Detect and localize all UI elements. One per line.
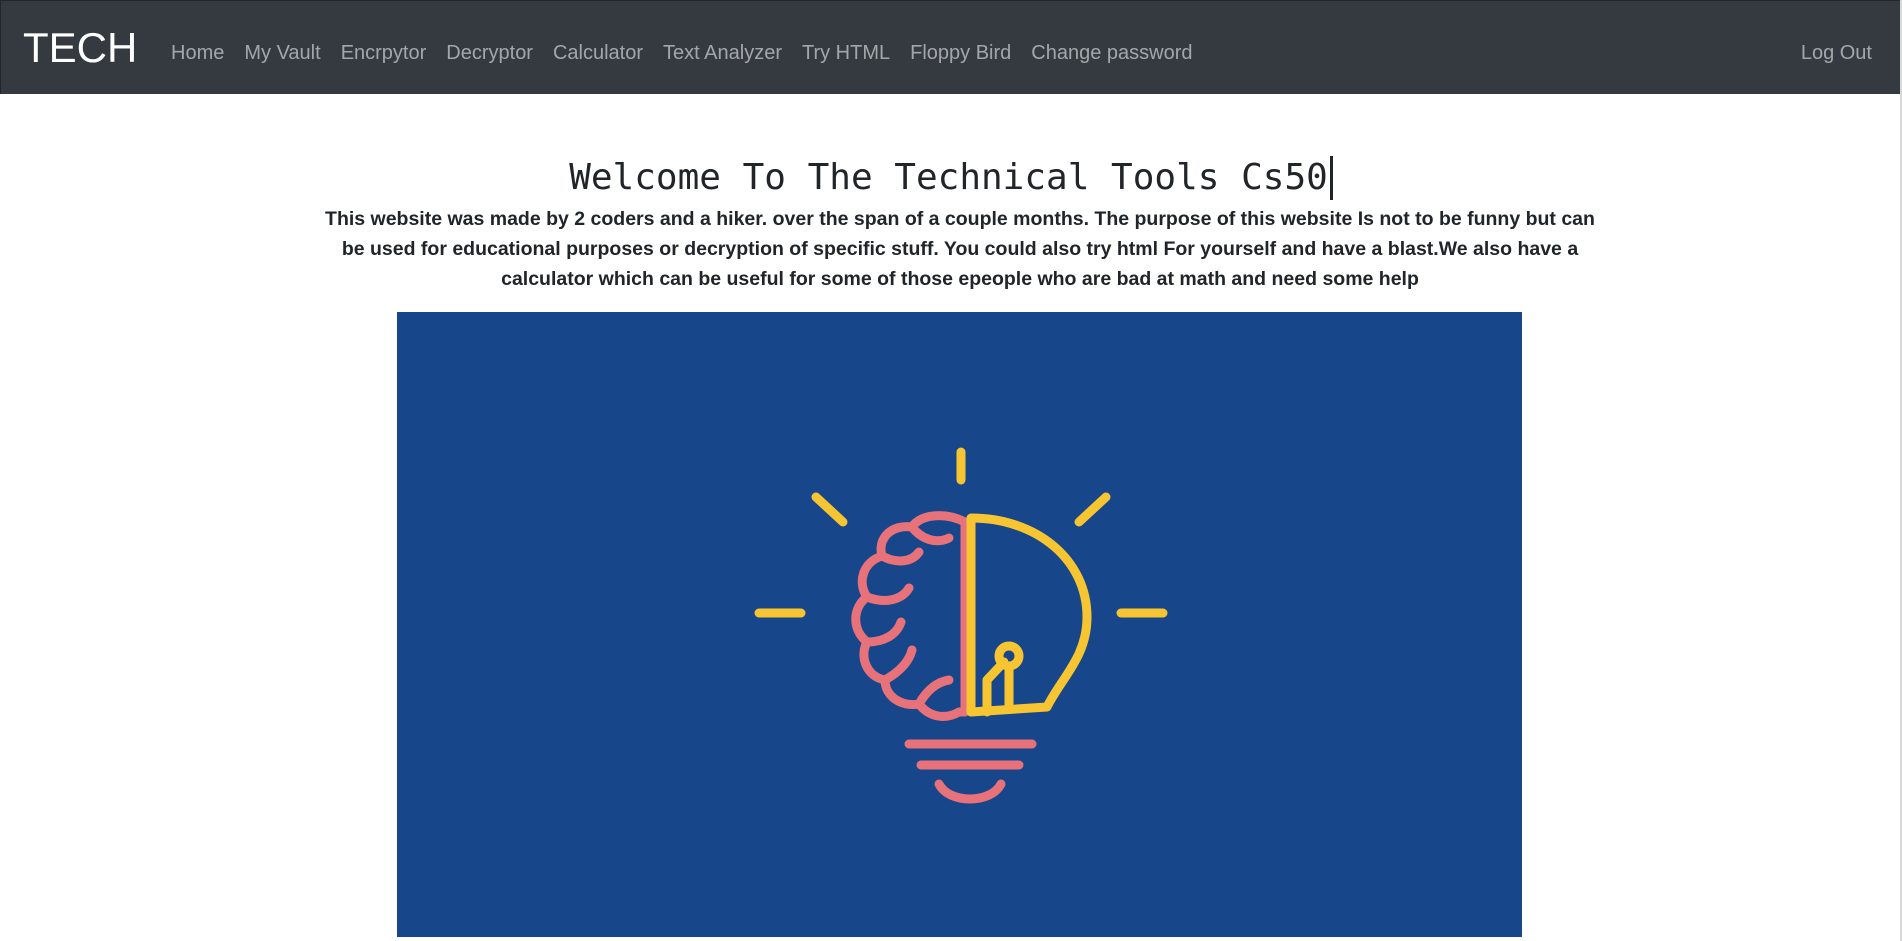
nav-text-analyzer[interactable]: Text Analyzer [653, 41, 792, 65]
logout-link[interactable]: Log Out [1801, 41, 1872, 65]
nav-change-password[interactable]: Change password [1021, 41, 1202, 65]
brain-lightbulb-icon [754, 447, 1168, 804]
nav-calculator[interactable]: Calculator [543, 41, 653, 65]
nav-floppy-bird[interactable]: Floppy Bird [900, 41, 1021, 65]
title-row: Welcome To The Technical Tools Cs50 [0, 156, 1902, 200]
nav-home[interactable]: Home [161, 41, 234, 65]
nav-try-html[interactable]: Try HTML [792, 41, 900, 65]
hero-image [397, 312, 1522, 937]
navbar: TECH Home My Vault Encrpytor Decryptor C… [0, 0, 1900, 94]
nav-links: Home My Vault Encrpytor Decryptor Calcul… [161, 41, 1203, 65]
intro-paragraph: This website was made by 2 coders and a … [325, 208, 1595, 290]
nav-decryptor[interactable]: Decryptor [436, 41, 543, 65]
page-title: Welcome To The Technical Tools Cs50 [569, 156, 1333, 200]
nav-my-vault[interactable]: My Vault [234, 41, 330, 65]
nav-encryptor[interactable]: Encrpytor [331, 41, 437, 65]
brand-logo[interactable]: TECH [23, 25, 137, 71]
